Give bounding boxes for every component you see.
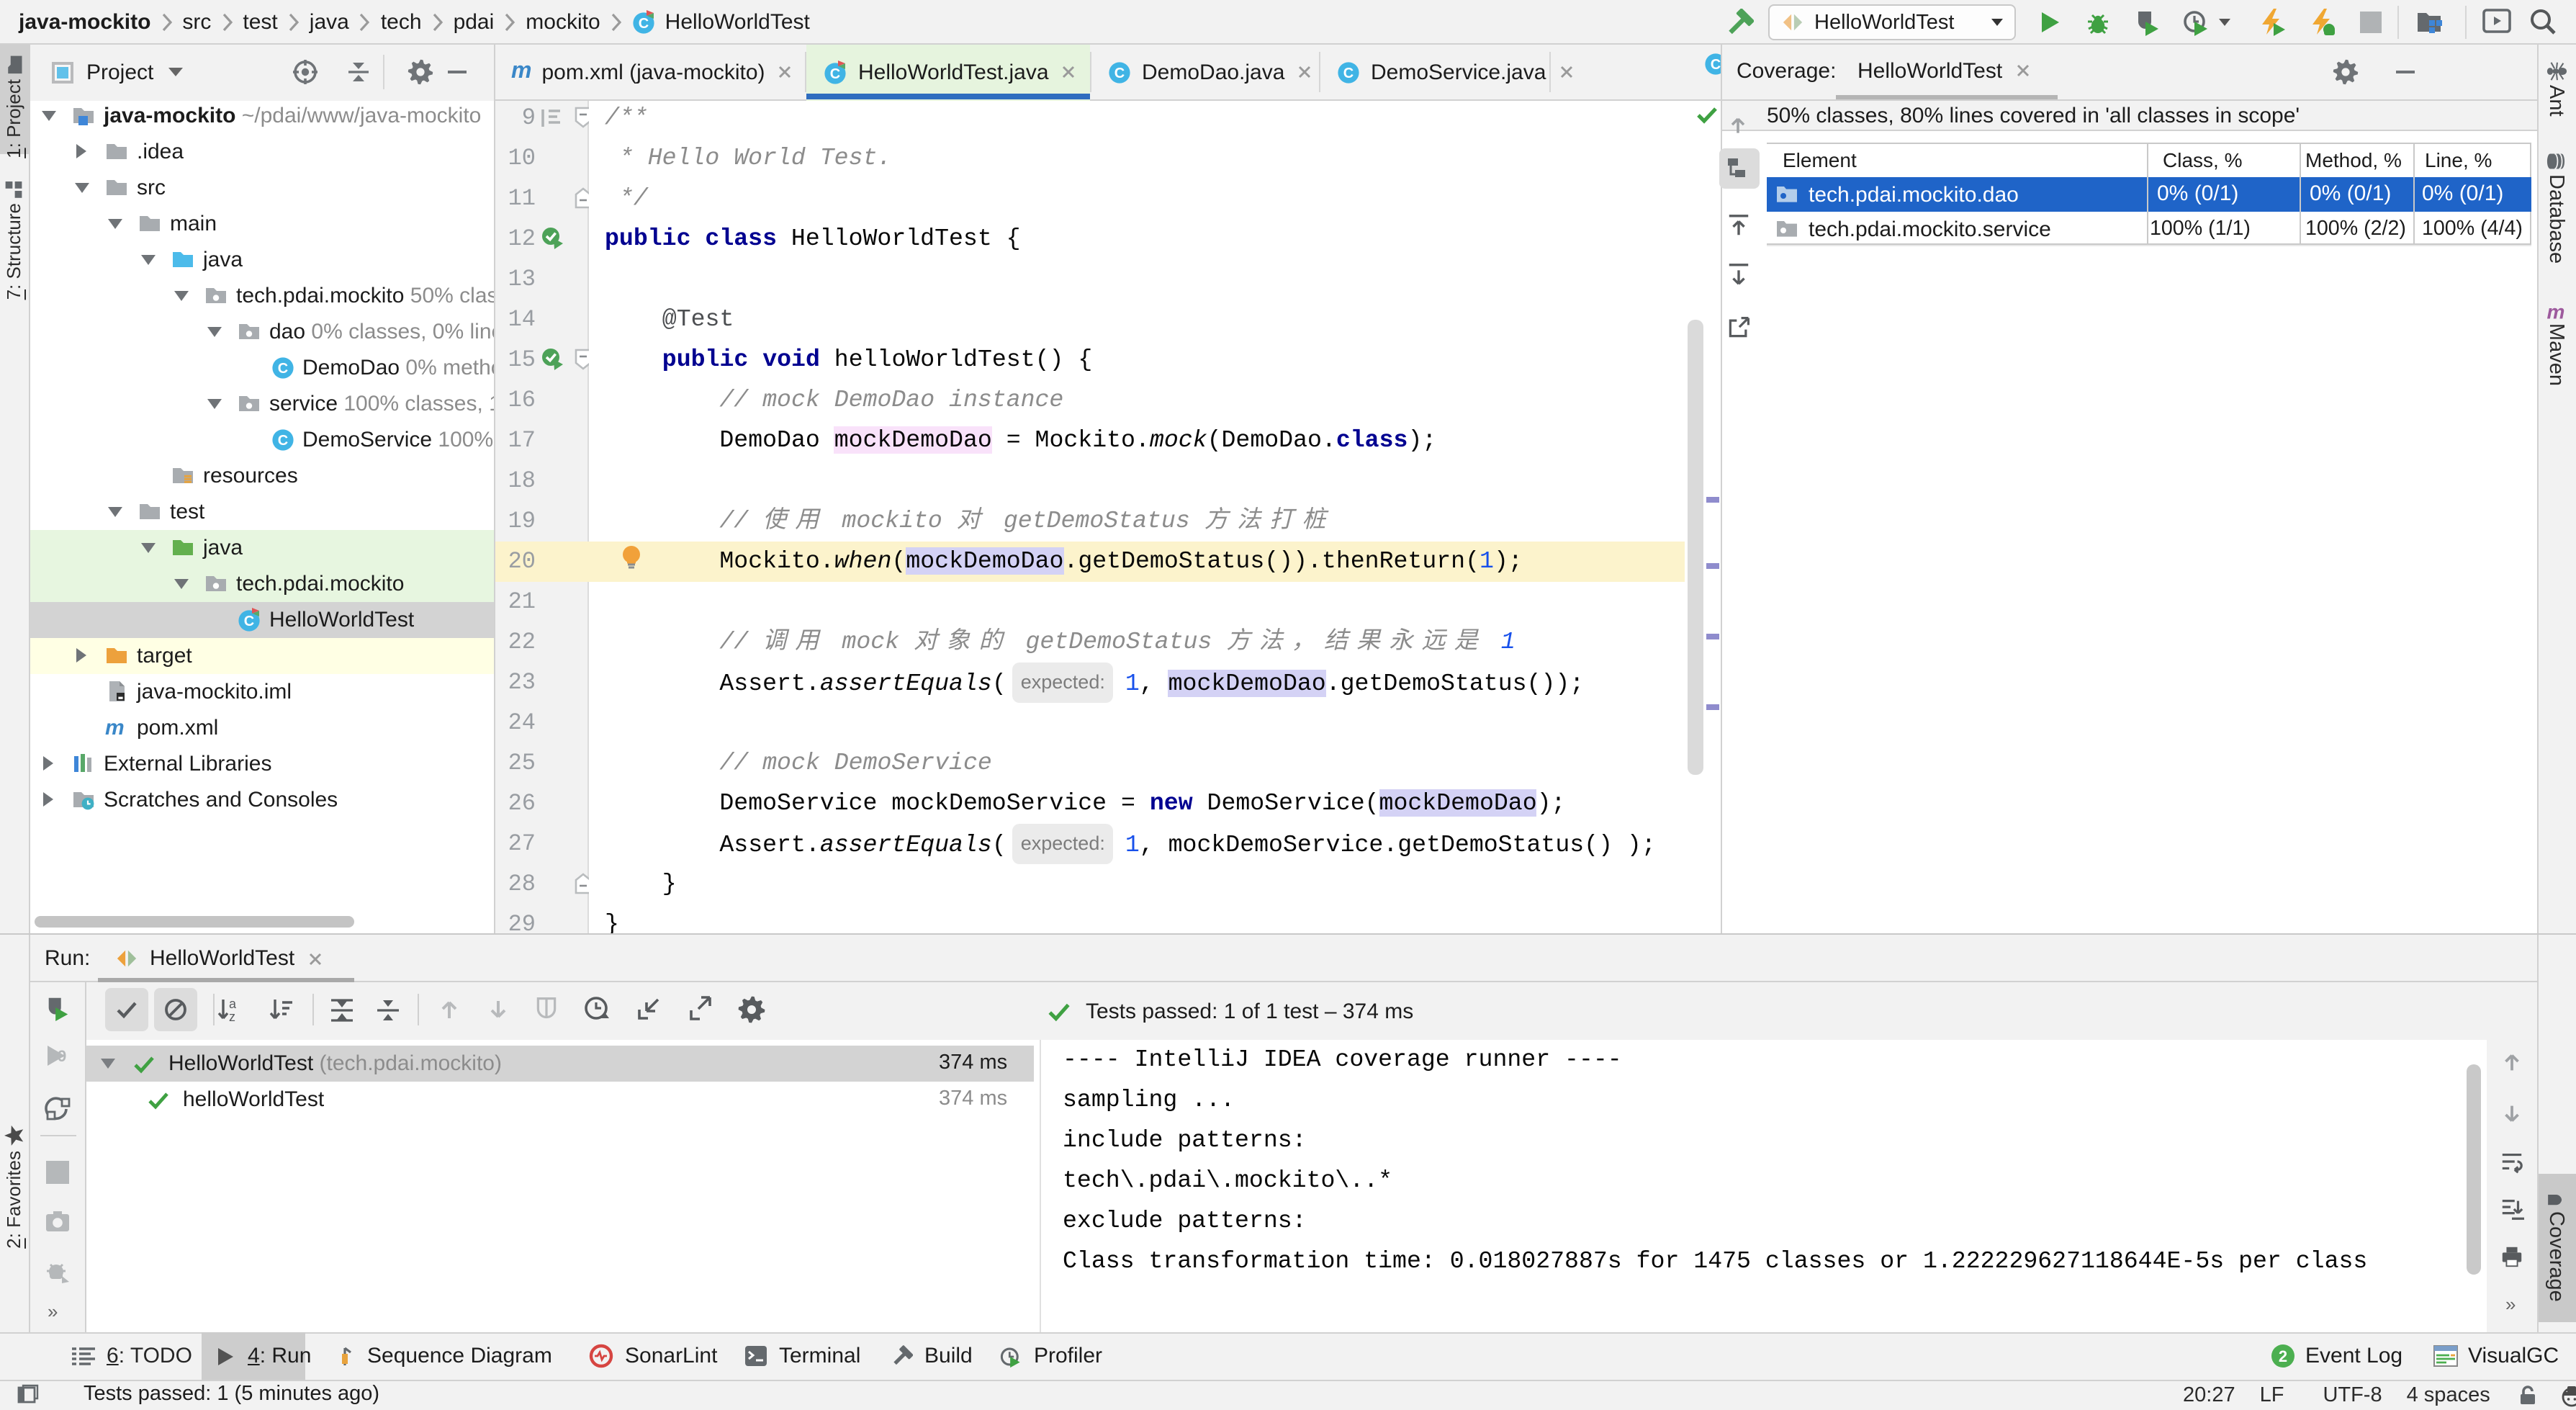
- svg-text:C: C: [830, 66, 840, 81]
- svg-text:C: C: [1343, 65, 1354, 81]
- svg-text:2: 2: [2279, 1347, 2287, 1365]
- svg-text:9: 9: [58, 1047, 66, 1065]
- svg-text:C: C: [244, 614, 254, 629]
- svg-text:C: C: [1711, 57, 1721, 73]
- svg-text:C: C: [638, 16, 648, 32]
- svg-text:C: C: [278, 433, 288, 449]
- svg-text:a: a: [229, 997, 237, 1011]
- svg-text:C: C: [278, 361, 288, 377]
- svg-text:z: z: [229, 1010, 235, 1024]
- svg-text:C: C: [1114, 65, 1125, 81]
